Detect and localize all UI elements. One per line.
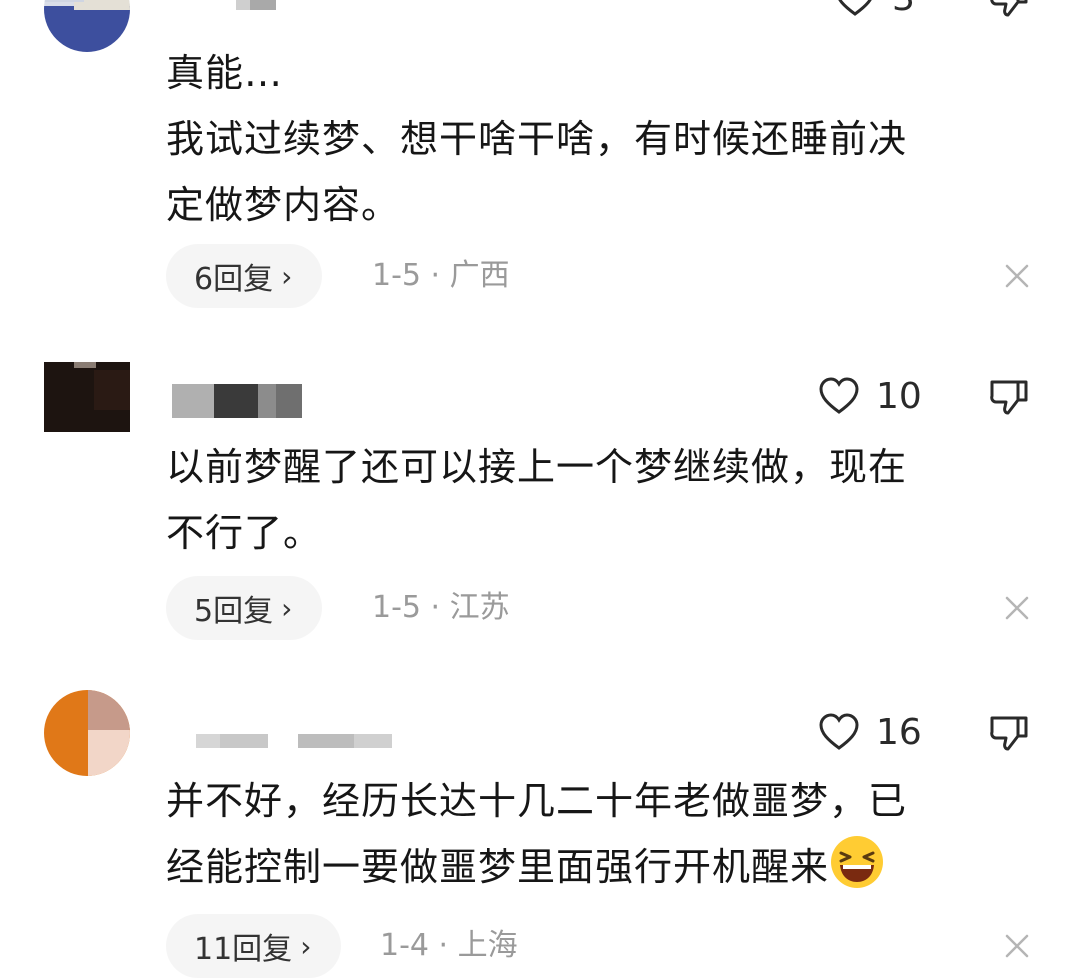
- close-icon: [1005, 264, 1029, 288]
- comment-location: 上海: [457, 928, 518, 963]
- thumbs-down-icon[interactable]: [988, 0, 1030, 18]
- comment-location: 江苏: [449, 590, 510, 625]
- comment-date: 1-4: [380, 928, 429, 963]
- comment-location: 广西: [449, 258, 510, 293]
- avatar[interactable]: [44, 690, 130, 776]
- username-blurred[interactable]: [236, 0, 276, 10]
- like-button[interactable]: 10: [818, 375, 922, 417]
- comment-meta: 1-5 · 江苏: [372, 576, 510, 640]
- meta-separator: ·: [438, 928, 449, 963]
- like-button[interactable]: 16: [818, 711, 922, 753]
- close-icon: [1005, 934, 1029, 958]
- comment-item: 16 并不好，经历长达十几二十年老做噩梦，已 经能控制一要做噩梦里面强行开机醒来…: [0, 680, 1080, 978]
- heart-outline-icon: [819, 713, 859, 750]
- comment-meta: 1-4 · 上海: [380, 914, 518, 978]
- chevron-right-icon: ›: [281, 591, 293, 625]
- comment-text: 并不好，经历长达十几二十年老做噩梦，已 经能控制一要做噩梦里面强行开机醒来: [166, 779, 908, 889]
- comment-text: 真能… 我试过续梦、想干啥干啥，有时候还睡前决 定做梦内容。: [166, 51, 908, 227]
- chevron-right-icon: ›: [281, 259, 293, 293]
- username-blurred[interactable]: [172, 384, 302, 418]
- close-button[interactable]: [1000, 914, 1034, 978]
- comment-item: 10 以前梦醒了还可以接上一个梦继续做，现在 不行了。 5回复 › 1-5 · …: [0, 340, 1080, 660]
- close-button[interactable]: [1000, 576, 1034, 640]
- like-count: 3: [892, 0, 915, 19]
- replies-label: 5回复: [194, 594, 274, 629]
- grinning-squinting-face-icon: [831, 836, 884, 888]
- heart-outline-icon: [838, 0, 872, 16]
- meta-separator: ·: [430, 590, 441, 625]
- close-button[interactable]: [1000, 244, 1034, 308]
- replies-label: 11回复: [194, 932, 293, 967]
- thumbs-down-icon[interactable]: [988, 378, 1030, 416]
- replies-button[interactable]: 6回复 ›: [166, 244, 323, 308]
- avatar[interactable]: [44, 362, 130, 432]
- close-icon: [1005, 596, 1029, 620]
- comment-text: 以前梦醒了还可以接上一个梦继续做，现在 不行了。: [166, 445, 908, 555]
- like-count: 10: [876, 375, 922, 417]
- comment-item: 3 真能… 我试过续梦、想干啥干啥，有时候还睡前决 定做梦内容。 6回复 › 1…: [0, 0, 1080, 320]
- comment-date: 1-5: [372, 258, 421, 293]
- like-count: 16: [876, 711, 922, 753]
- like-button[interactable]: 3: [834, 0, 915, 19]
- replies-label: 6回复: [194, 262, 274, 297]
- chevron-right-icon: ›: [300, 929, 312, 963]
- avatar[interactable]: [44, 0, 130, 52]
- meta-separator: ·: [430, 258, 441, 293]
- thumbs-down-icon[interactable]: [988, 714, 1030, 752]
- replies-button[interactable]: 5回复 ›: [166, 576, 323, 640]
- username-blurred[interactable]: [196, 734, 392, 748]
- comment-date: 1-5: [372, 590, 421, 625]
- heart-outline-icon: [819, 377, 859, 414]
- replies-button[interactable]: 11回复 ›: [166, 914, 342, 978]
- comment-meta: 1-5 · 广西: [372, 244, 510, 308]
